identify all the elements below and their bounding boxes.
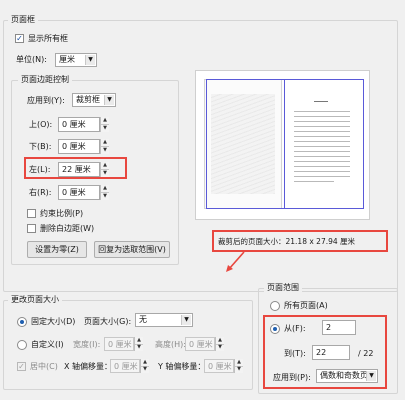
spin-up-icon[interactable]: ▲: [101, 139, 109, 146]
crop-divider-line: [284, 79, 285, 209]
chevron-down-icon: ▼: [181, 315, 191, 325]
width-input[interactable]: 0 厘米: [104, 337, 134, 351]
chevron-down-icon: ▼: [85, 55, 95, 65]
apply-to-select[interactable]: 裁剪框 ▼: [72, 93, 116, 107]
width-spinner[interactable]: ▲ ▼: [134, 337, 143, 351]
revert-to-selection-button[interactable]: 回复为选取范围(V): [94, 241, 170, 258]
bottom-margin-spinner[interactable]: ▲ ▼: [100, 139, 109, 154]
show-all-boxes-checkbox[interactable]: ✓: [15, 34, 24, 43]
spin-down-icon[interactable]: ▼: [101, 124, 109, 132]
unit-value: 厘米: [59, 55, 75, 64]
y-offset-spinner[interactable]: ▲ ▼: [234, 359, 243, 373]
apply-to-label: 应用到(Y):: [27, 96, 65, 105]
spin-down-icon[interactable]: ▼: [135, 343, 143, 351]
fixed-size-label: 固定大小(D): [31, 317, 76, 326]
height-label: 高度(H):: [155, 340, 186, 349]
height-spinner[interactable]: ▲ ▼: [215, 337, 224, 351]
bottom-margin-label: 下(B):: [29, 142, 52, 151]
right-margin-input[interactable]: 0 厘米: [58, 185, 100, 200]
x-offset-spinner[interactable]: ▲ ▼: [140, 359, 149, 373]
change-size-legend: 更改页面大小: [8, 294, 62, 305]
constrain-proportions-checkbox[interactable]: [27, 209, 36, 218]
custom-size-label: 自定义(I): [31, 340, 64, 349]
remove-white-margins-checkbox[interactable]: [27, 224, 36, 233]
spin-down-icon[interactable]: ▼: [101, 192, 109, 200]
bottom-margin-input[interactable]: 0 厘米: [58, 139, 100, 154]
right-margin-label: 右(R):: [29, 188, 52, 197]
show-all-boxes-label: 显示所有框: [28, 34, 68, 43]
top-margin-input[interactable]: 0 厘米: [58, 117, 100, 132]
chevron-down-icon: ▼: [104, 95, 114, 105]
page-range-highlight: [263, 315, 387, 389]
unit-label: 单位(N):: [16, 55, 47, 64]
page-size-label: 页面大小(G):: [84, 317, 132, 326]
all-pages-radio[interactable]: [270, 301, 280, 311]
page-preview: [195, 70, 370, 220]
top-margin-label: 上(O):: [29, 120, 53, 129]
constrain-proportions-label: 约束比例(P): [40, 209, 84, 218]
crop-box-outline: [206, 79, 364, 209]
unit-select[interactable]: 厘米 ▼: [55, 53, 97, 67]
left-margin-highlight: [24, 157, 127, 179]
top-margin-spinner[interactable]: ▲ ▼: [100, 117, 109, 132]
center-checkbox[interactable]: ✓: [17, 362, 26, 371]
spin-up-icon[interactable]: ▲: [101, 117, 109, 124]
width-label: 宽度(I):: [73, 340, 101, 349]
y-offset-input[interactable]: 0 厘米: [204, 359, 234, 373]
page-boxes-legend: 页面框: [8, 14, 38, 25]
apply-to-value: 裁剪框: [76, 95, 100, 104]
spin-down-icon[interactable]: ▼: [101, 146, 109, 154]
fixed-size-radio[interactable]: [17, 317, 27, 327]
right-margin-spinner[interactable]: ▲ ▼: [100, 185, 109, 200]
page-size-select[interactable]: 无 ▼: [135, 313, 193, 327]
spin-down-icon[interactable]: ▼: [216, 343, 224, 351]
spin-down-icon[interactable]: ▼: [235, 365, 243, 373]
set-to-zero-button[interactable]: 设置为零(Z): [27, 241, 87, 258]
x-offset-label: X 轴偏移量：: [64, 362, 113, 371]
height-input[interactable]: 0 厘米: [185, 337, 215, 351]
spin-down-icon[interactable]: ▼: [141, 365, 149, 373]
page-range-legend: 页面范围: [264, 282, 302, 293]
cropped-size-highlight: [212, 230, 388, 252]
x-offset-input[interactable]: 0 厘米: [110, 359, 140, 373]
spin-up-icon[interactable]: ▲: [101, 185, 109, 192]
margins-legend: 页面边距控制: [18, 74, 72, 85]
center-label: 居中(C): [30, 362, 58, 371]
arrow-icon: [226, 251, 245, 272]
y-offset-label: Y 轴偏移量：: [158, 362, 206, 371]
page-size-value: 无: [139, 315, 147, 324]
custom-size-radio[interactable]: [17, 340, 27, 350]
remove-white-margins-label: 删除白边距(W): [40, 224, 95, 233]
all-pages-label: 所有页面(A): [284, 301, 328, 310]
